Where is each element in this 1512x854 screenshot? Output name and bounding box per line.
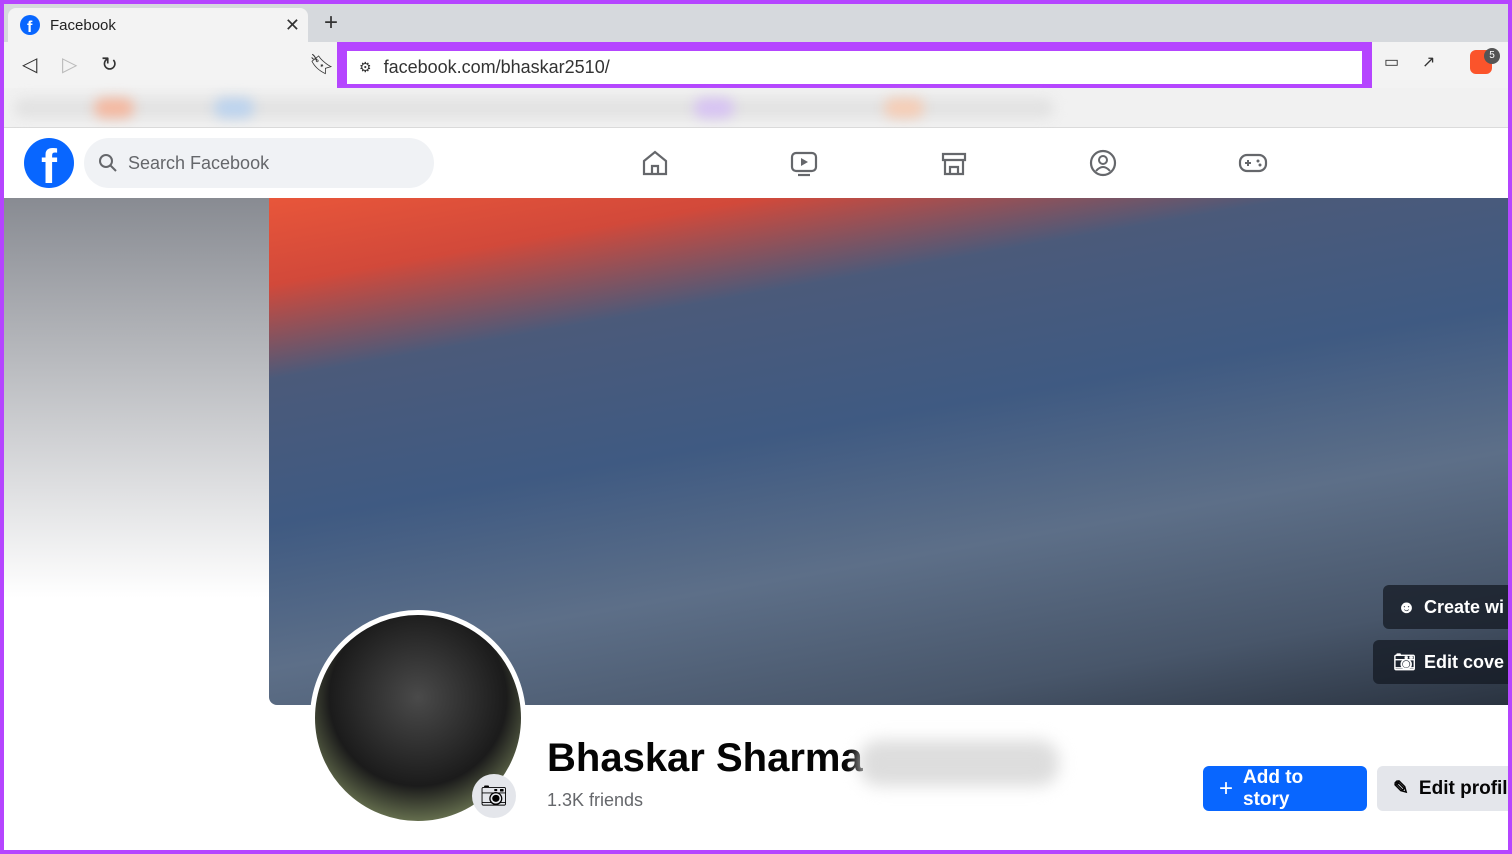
groups-icon[interactable]	[1088, 148, 1118, 178]
site-settings-icon[interactable]: ⚙	[359, 59, 372, 76]
bookmarks-bar-blurred	[4, 88, 1508, 128]
sidebar-gradient	[4, 198, 269, 598]
plus-icon: +	[1219, 774, 1234, 802]
search-input[interactable]: Search Facebook	[84, 138, 434, 188]
add-to-story-button[interactable]: + Add to story	[1203, 766, 1367, 811]
forward-icon[interactable]: ▷	[62, 52, 77, 77]
marketplace-icon[interactable]	[939, 148, 969, 178]
search-placeholder: Search Facebook	[128, 152, 270, 173]
gaming-icon[interactable]	[1238, 148, 1268, 178]
svg-text:f: f	[27, 19, 33, 35]
create-with-avatar-button[interactable]: ☻ Create wi	[1383, 585, 1508, 629]
shields-badge: 5	[1484, 48, 1500, 64]
reload-icon[interactable]: ↻	[101, 52, 118, 77]
new-tab-button[interactable]: +	[324, 9, 338, 37]
tab-facebook[interactable]: f Facebook ✕	[8, 8, 308, 42]
back-icon[interactable]: ◁	[22, 52, 37, 77]
home-icon[interactable]	[640, 148, 670, 178]
facebook-logo[interactable]: f	[24, 138, 74, 188]
url-text: facebook.com/bhaskar2510/	[383, 57, 610, 77]
facebook-navbar: f Search Facebook	[4, 128, 1508, 198]
search-icon	[99, 154, 117, 172]
video-icon[interactable]	[789, 148, 819, 178]
facebook-favicon-icon: f	[20, 15, 40, 35]
blurred-name-suffix	[859, 740, 1059, 786]
edit-profile-button[interactable]: ✎Edit profile	[1377, 766, 1508, 811]
pencil-icon: ✎	[1393, 778, 1409, 799]
bookmark-icon[interactable]: 🔖︎	[309, 52, 334, 77]
avatar-icon: ☻	[1397, 596, 1416, 617]
update-profile-picture-button[interactable]: 📷︎	[472, 774, 516, 818]
install-app-icon[interactable]: ▭	[1384, 52, 1399, 72]
edit-cover-button[interactable]: 📷︎ Edit cove	[1373, 640, 1508, 684]
address-bar[interactable]: ⚙ facebook.com/bhaskar2510/	[347, 51, 1362, 84]
camera-icon: 📷︎	[1393, 651, 1416, 672]
tab-title: Facebook	[50, 16, 116, 34]
browser-window: f Facebook ✕ + ◁ ▷ ↻ 🔖︎ ⚙ facebook.com/b…	[4, 4, 1508, 850]
tab-strip: f Facebook ✕ +	[4, 4, 1508, 42]
profile-name: Bhaskar Sharma	[547, 736, 863, 780]
toolbar: ◁ ▷ ↻ 🔖︎ ⚙ facebook.com/bhaskar2510/ ▭ ↗…	[4, 42, 1508, 95]
close-tab-icon[interactable]: ✕	[285, 15, 300, 36]
friends-count[interactable]: 1.3K friends	[547, 790, 643, 811]
camera-icon: 📷︎	[480, 783, 508, 808]
share-icon[interactable]: ↗	[1422, 52, 1435, 72]
